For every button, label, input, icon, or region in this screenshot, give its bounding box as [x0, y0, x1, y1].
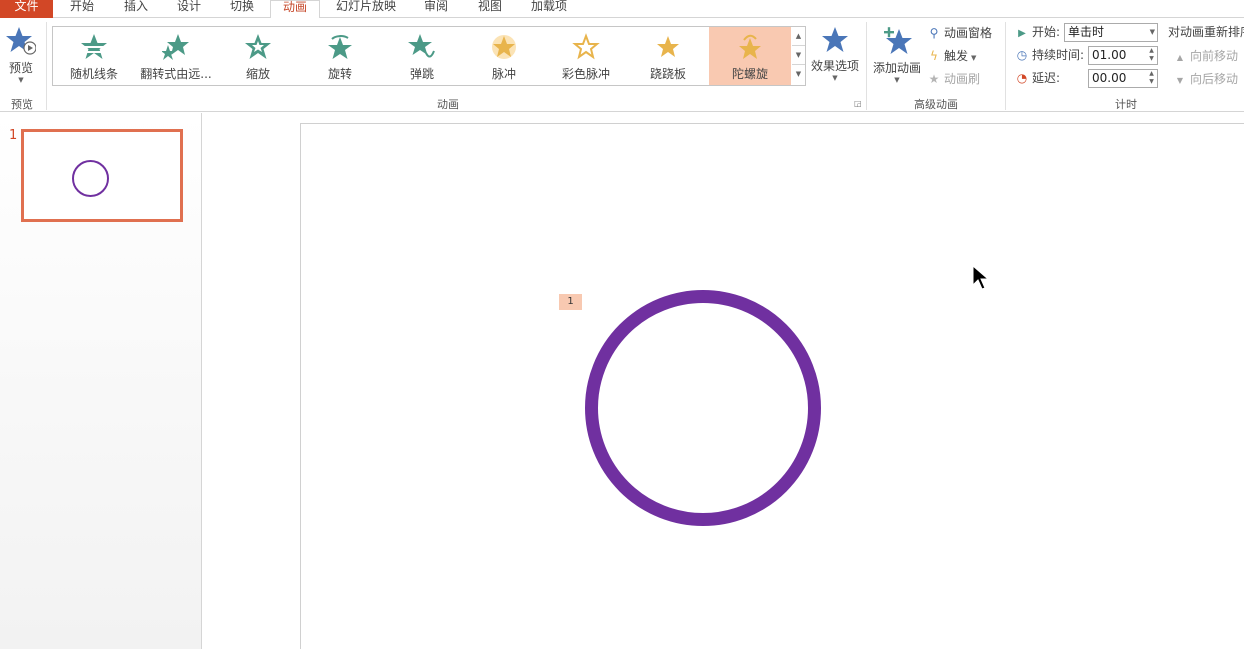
animation-gallery: 随机线条 翻转式由远... 缩放 旋转 弹跳 脉冲 彩色脉冲 跷跷板 陀螺旋: [52, 26, 793, 86]
tab-insert[interactable]: 插入: [112, 0, 160, 18]
group-label-timing: 计时: [1115, 98, 1137, 111]
circle-shape[interactable]: [585, 290, 821, 526]
play-icon: ▶: [1018, 28, 1026, 39]
delay-clock-icon: ◔: [1016, 71, 1028, 85]
gallery-item-pulse[interactable]: 脉冲: [463, 27, 545, 85]
slide-editor: 1: [203, 113, 1244, 649]
tab-animations[interactable]: 动画: [270, 0, 320, 19]
gallery-item-bounce[interactable]: 弹跳: [381, 27, 463, 85]
group-divider: [1005, 22, 1006, 110]
gallery-scroll-up-icon[interactable]: ▲: [792, 27, 805, 46]
random-bars-star-icon: [81, 34, 107, 59]
trigger-button[interactable]: ϟ 触发 ▼: [926, 46, 976, 66]
color-pulse-star-icon: [572, 33, 600, 60]
effect-options-star-icon: [822, 27, 848, 52]
effect-options-button[interactable]: 效果选项 ▼: [810, 26, 860, 82]
reorder-title: 对动画重新排序: [1168, 25, 1244, 39]
add-animation-star-icon: [884, 27, 912, 54]
flip-star-icon: [162, 34, 189, 60]
group-divider: [866, 22, 867, 110]
gallery-item-color-pulse[interactable]: 彩色脉冲: [545, 27, 627, 85]
gallery-item-zoom[interactable]: 缩放: [217, 27, 299, 85]
dialog-launcher-icon[interactable]: ◲: [854, 99, 862, 108]
triangle-up-icon: ▲: [1176, 53, 1184, 62]
chevron-down-icon: ▼: [18, 76, 24, 84]
gallery-item-spin-top[interactable]: 陀螺旋: [709, 27, 791, 85]
animation-painter-button[interactable]: ★ 动画刷: [926, 69, 980, 89]
gallery-more-icon[interactable]: ▼: [792, 65, 805, 84]
tab-review[interactable]: 审阅: [412, 0, 460, 18]
slide-number: 1: [9, 128, 18, 143]
slide-thumbnail[interactable]: [21, 129, 183, 222]
group-label-advanced: 高级动画: [914, 98, 958, 111]
clock-icon: ◷: [1016, 48, 1028, 62]
animation-pane-button[interactable]: ⚲ 动画窗格: [926, 23, 992, 43]
teeter-star-icon: [657, 36, 679, 57]
bounce-star-icon: [408, 34, 435, 58]
delay-stepper[interactable]: 00.00 ▲ ▼: [1088, 69, 1158, 88]
lightning-icon: ϟ: [930, 49, 938, 63]
triangle-down-icon: ▼: [1176, 76, 1184, 85]
ribbon-tab-bar: 文件 开始 插入 设计 切换 动画 幻灯片放映 审阅 视图 加载项: [0, 0, 1244, 19]
zoom-star-icon: [245, 34, 271, 59]
thumbnail-circle-shape: [72, 160, 109, 197]
chevron-down-icon: ▼: [894, 76, 900, 84]
gallery-item-flip[interactable]: 翻转式由远...: [135, 27, 217, 85]
tab-home[interactable]: 开始: [58, 0, 106, 18]
duration-stepper[interactable]: 01.00 ▲ ▼: [1088, 46, 1158, 65]
start-select[interactable]: 单击时 ▼: [1064, 23, 1158, 42]
group-label-animation: 动画: [437, 98, 459, 111]
chevron-down-icon: ▼: [1149, 28, 1155, 36]
animation-pane-icon: ⚲: [929, 26, 939, 40]
spin-arrows-icon[interactable]: ▲ ▼: [1146, 70, 1157, 87]
slide-canvas[interactable]: 1: [300, 123, 1244, 649]
tab-file[interactable]: 文件: [0, 0, 53, 18]
duration-label: ◷ 持续时间:: [1014, 45, 1084, 65]
tab-view[interactable]: 视图: [466, 0, 514, 18]
move-earlier-button[interactable]: ▲ 向前移动: [1172, 46, 1238, 66]
delay-label: ◔ 延迟:: [1014, 68, 1060, 88]
group-divider: [46, 22, 47, 110]
preview-button[interactable]: 预览 ▼: [4, 26, 38, 84]
tab-slideshow[interactable]: 幻灯片放映: [330, 0, 402, 18]
mouse-cursor-icon: [972, 265, 990, 290]
chevron-down-icon: ▼: [832, 74, 838, 82]
preview-star-icon: [6, 27, 37, 55]
animation-order-tag[interactable]: 1: [559, 294, 582, 310]
move-later-button[interactable]: ▼ 向后移动: [1172, 69, 1238, 89]
gallery-item-random-bars[interactable]: 随机线条: [53, 27, 135, 85]
animation-painter-icon: ★: [928, 72, 940, 86]
slide-thumbnail-pane: 1: [0, 113, 202, 649]
gallery-scroll: ▲ ▼ ▼: [792, 26, 806, 86]
ribbon: 预览 ▼ 预览 随机线条 翻转式由远... 缩放 旋转 弹跳 脉冲 彩色脉冲 跷…: [0, 18, 1244, 112]
gallery-item-teeter[interactable]: 跷跷板: [627, 27, 709, 85]
pulse-star-icon: [492, 35, 516, 59]
chevron-down-icon: ▼: [971, 54, 977, 62]
tab-addins[interactable]: 加载项: [522, 0, 576, 18]
tab-transitions[interactable]: 切换: [218, 0, 266, 18]
gallery-scroll-down-icon[interactable]: ▼: [792, 46, 805, 65]
gallery-item-spin[interactable]: 旋转: [299, 27, 381, 85]
group-label-preview: 预览: [11, 98, 33, 111]
spin-arrows-icon[interactable]: ▲ ▼: [1146, 47, 1157, 64]
start-label: ▶ 开始:: [1014, 22, 1060, 42]
spin-star-icon: [328, 35, 352, 59]
tab-design[interactable]: 设计: [165, 0, 213, 18]
spin-top-star-icon: [739, 34, 761, 59]
add-animation-button[interactable]: 添加动画 ▼: [871, 26, 923, 84]
